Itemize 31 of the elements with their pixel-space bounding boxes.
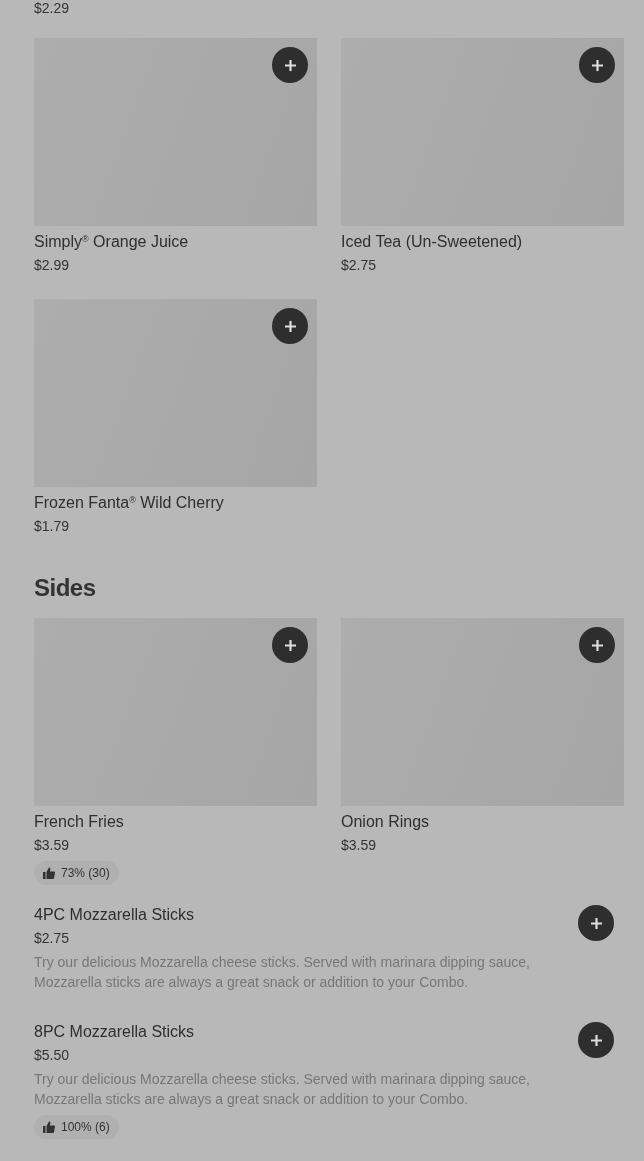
item-name[interactable]: Iced Tea (Un-Sweetened) xyxy=(341,232,624,252)
plus-icon xyxy=(283,319,297,333)
item-price: $1.79 xyxy=(34,517,71,536)
item-name[interactable]: Simply$^{®}$ Orange Juice xyxy=(34,232,317,252)
item-name[interactable]: French Fries xyxy=(34,812,317,832)
plus-icon xyxy=(283,638,297,652)
plus-icon xyxy=(283,58,297,72)
item-name[interactable]: Frozen Fanta$^{®}$ Wild Cherry xyxy=(34,493,317,513)
item-price: $2.75 xyxy=(34,929,71,948)
item-price: $5.50 xyxy=(34,1046,71,1065)
item-name[interactable]: 8PC Mozzarella Sticks xyxy=(34,1022,554,1042)
plus-icon xyxy=(589,1033,603,1047)
item-name[interactable]: Onion Rings xyxy=(341,812,624,832)
section-heading: Sides xyxy=(34,574,97,602)
item-price: $3.59 xyxy=(34,836,71,855)
item-description: Try our delicious Mozzarella cheese sticks. Served with marinara dipping sauce, Mozzarella sticks are always a great snack or addition to your Combo. xyxy=(34,953,531,992)
thumbs-up-icon xyxy=(43,867,55,879)
plus-icon xyxy=(590,58,604,72)
item-price: $3.59 xyxy=(341,836,378,855)
rating-text: 73% (30) xyxy=(61,865,110,882)
plus-icon xyxy=(589,916,603,930)
item-price: $2.99 xyxy=(34,256,71,275)
add-button[interactable] xyxy=(578,905,614,941)
item-name[interactable]: 4PC Mozzarella Sticks xyxy=(34,905,554,925)
item-description: Try our delicious Mozzarella cheese sticks. Served with marinara dipping sauce, Mozzarella sticks are always a great snack or addition to your Combo. xyxy=(34,1070,531,1109)
plus-icon xyxy=(590,638,604,652)
item-price: $2.75 xyxy=(341,256,378,275)
thumbs-up-icon xyxy=(43,1121,55,1133)
item-price: $2.29 xyxy=(34,0,71,16)
rating-text: 100% (6) xyxy=(61,1119,110,1136)
add-button[interactable] xyxy=(578,1022,614,1058)
